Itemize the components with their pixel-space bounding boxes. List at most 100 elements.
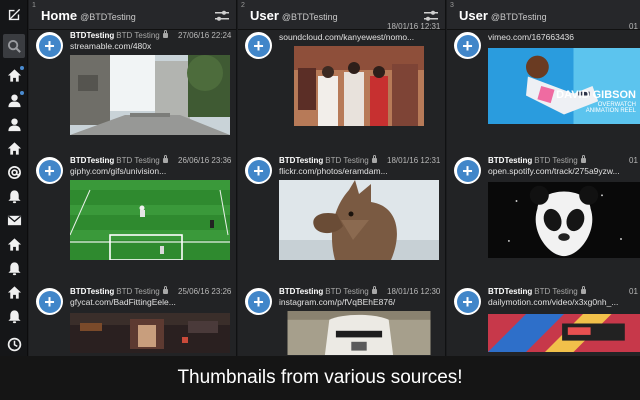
- plus-icon: +: [247, 159, 270, 182]
- thumbnail-caption-line: DAVID GIBSON: [556, 89, 636, 101]
- tweet-link[interactable]: streamable.com/480x: [70, 41, 151, 51]
- mention-icon: [7, 165, 22, 180]
- tweet-author-name: BTDTesting: [70, 287, 115, 296]
- avatar[interactable]: +: [245, 157, 272, 184]
- tweet-author[interactable]: BTDTesting BTD Testing: [70, 30, 168, 40]
- column-subtitle: @BTDTesting: [490, 12, 547, 22]
- nav-mention-button[interactable]: [0, 160, 28, 184]
- lock-icon: [162, 286, 168, 294]
- media-thumbnail[interactable]: [70, 180, 230, 260]
- media-thumbnail[interactable]: [70, 311, 230, 355]
- bell-icon: [7, 309, 22, 324]
- media-thumbnail[interactable]: [488, 311, 640, 355]
- tweet-link[interactable]: vimeo.com/167663436: [488, 32, 574, 42]
- nav-bell-button[interactable]: [0, 256, 28, 280]
- tweet-item[interactable]: + 18/01/16 12:31 soundcloud.com/kanyewes…: [238, 22, 445, 150]
- tweet-item[interactable]: + BTDTesting BTD Testing 18/01/16 12:30 i…: [238, 286, 445, 356]
- tweet-author-name: BTDTesting: [488, 287, 533, 296]
- tweet-link[interactable]: open.spotify.com/track/275a9yzw...: [488, 166, 620, 176]
- avatar[interactable]: +: [245, 288, 272, 315]
- tweet-author-handle: BTD Testing: [534, 287, 578, 296]
- tweet-timestamp[interactable]: 01: [629, 287, 638, 296]
- tweet-item[interactable]: + BTDTesting BTD Testing 18/01/16 12:31 f…: [238, 155, 445, 275]
- avatar[interactable]: +: [245, 32, 272, 59]
- home-icon: [7, 68, 22, 83]
- media-thumbnail[interactable]: [279, 180, 439, 260]
- avatar[interactable]: +: [36, 157, 63, 184]
- message-icon: [7, 213, 22, 228]
- tweet-timestamp[interactable]: 01: [629, 156, 638, 165]
- column-home: 1 Home @BTDTesting + BTDTesting BTD Testin…: [29, 0, 237, 356]
- plus-icon: +: [456, 290, 479, 313]
- tweet-timestamp[interactable]: 18/01/16 12:30: [387, 287, 440, 296]
- tweet-author[interactable]: BTDTesting BTD Testing: [70, 155, 168, 165]
- media-thumbnail[interactable]: [279, 311, 439, 355]
- column-title: Home @BTDTesting: [41, 8, 136, 23]
- user-icon: [7, 117, 22, 132]
- nav-message-button[interactable]: [0, 208, 28, 232]
- tweet-author[interactable]: BTDTesting BTD Testing: [488, 286, 586, 296]
- tweet-link[interactable]: instagram.com/p/fVqBEhE876/: [279, 297, 395, 307]
- column-header[interactable]: 1 Home @BTDTesting: [29, 0, 236, 30]
- avatar[interactable]: +: [454, 32, 481, 59]
- column-user: 2 User @BTDTesting + 18/01/16 12:31 sound…: [238, 0, 446, 356]
- tweet-link[interactable]: dailymotion.com/video/x3xg0nh_...: [488, 297, 618, 307]
- nav-home-button[interactable]: [0, 280, 28, 304]
- tweet-timestamp[interactable]: 01: [629, 22, 638, 31]
- avatar[interactable]: +: [454, 157, 481, 184]
- lock-icon: [580, 286, 586, 294]
- nav-clock-button[interactable]: [0, 332, 28, 356]
- tweet-item[interactable]: + 01 vimeo.com/167663436 DAVID GIBSON OV…: [447, 22, 640, 150]
- plus-icon: +: [38, 290, 61, 313]
- nav-search-button[interactable]: [3, 34, 25, 58]
- media-thumbnail[interactable]: [279, 46, 439, 126]
- tweet-link[interactable]: soundcloud.com/kanyewest/nomo...: [279, 32, 414, 42]
- nav-home-button[interactable]: [0, 136, 28, 160]
- nav-bell-button[interactable]: [0, 304, 28, 328]
- nav-bell-button[interactable]: [0, 184, 28, 208]
- column-settings-icon[interactable]: [215, 9, 229, 21]
- lock-icon: [371, 286, 377, 294]
- tweet-timestamp[interactable]: 26/06/16 23:36: [178, 156, 231, 165]
- tweet-item[interactable]: + BTDTesting BTD Testing 01 dailymotion.c…: [447, 286, 640, 356]
- tweet-timestamp[interactable]: 18/01/16 12:31: [387, 156, 440, 165]
- avatar[interactable]: +: [36, 288, 63, 315]
- tweet-item[interactable]: + BTDTesting BTD Testing 01 open.spotify.…: [447, 155, 640, 275]
- media-thumbnail[interactable]: [488, 180, 640, 260]
- tweet-link[interactable]: flickr.com/photos/eramdam...: [279, 166, 388, 176]
- tweet-author-name: BTDTesting: [279, 287, 324, 296]
- tweet-timestamp[interactable]: 18/01/16 12:31: [387, 22, 440, 31]
- avatar[interactable]: +: [36, 32, 63, 59]
- tweet-link[interactable]: gfycat.com/BadFittingEele...: [70, 297, 176, 307]
- column-title: User @BTDTesting: [459, 8, 547, 23]
- plus-icon: +: [247, 290, 270, 313]
- nav-user-button[interactable]: [0, 112, 28, 136]
- tweet-author[interactable]: BTDTesting BTD Testing: [279, 286, 377, 296]
- nav-home-button[interactable]: [0, 232, 28, 256]
- tweet-author-name: BTDTesting: [70, 156, 115, 165]
- nav-home-button[interactable]: [0, 63, 28, 87]
- tweet-author-handle: BTD Testing: [325, 156, 369, 165]
- avatar[interactable]: +: [454, 288, 481, 315]
- tweet-author-name: BTDTesting: [70, 31, 115, 40]
- tweet-item[interactable]: + BTDTesting BTD Testing 27/06/16 22:24 s…: [29, 30, 236, 150]
- tweet-author[interactable]: BTDTesting BTD Testing: [279, 155, 377, 165]
- tweet-item[interactable]: + BTDTesting BTD Testing 25/06/16 23:26 g…: [29, 286, 236, 356]
- deck-logo-icon[interactable]: [0, 2, 28, 26]
- tweet-author-handle: BTD Testing: [116, 287, 160, 296]
- nav-user-button[interactable]: [0, 88, 28, 112]
- tweet-link[interactable]: giphy.com/gifs/univision...: [70, 166, 166, 176]
- media-thumbnail[interactable]: [70, 55, 230, 135]
- column-settings-icon[interactable]: [424, 9, 438, 21]
- home-icon: [7, 285, 22, 300]
- tweet-author[interactable]: BTDTesting BTD Testing: [488, 155, 586, 165]
- tweet-author[interactable]: BTDTesting BTD Testing: [70, 286, 168, 296]
- column-header[interactable]: 3 User @BTDTesting: [447, 0, 640, 30]
- unread-dot: [20, 91, 24, 95]
- tweet-item[interactable]: + BTDTesting BTD Testing 26/06/16 23:36 g…: [29, 155, 236, 275]
- tweet-timestamp[interactable]: 27/06/16 22:24: [178, 31, 231, 40]
- media-thumbnail[interactable]: DAVID GIBSON OVERWATCH ANIMATION REEL: [488, 46, 640, 126]
- column-subtitle: @BTDTesting: [281, 12, 338, 22]
- tweet-author-handle: BTD Testing: [116, 31, 160, 40]
- tweet-timestamp[interactable]: 25/06/16 23:26: [178, 287, 231, 296]
